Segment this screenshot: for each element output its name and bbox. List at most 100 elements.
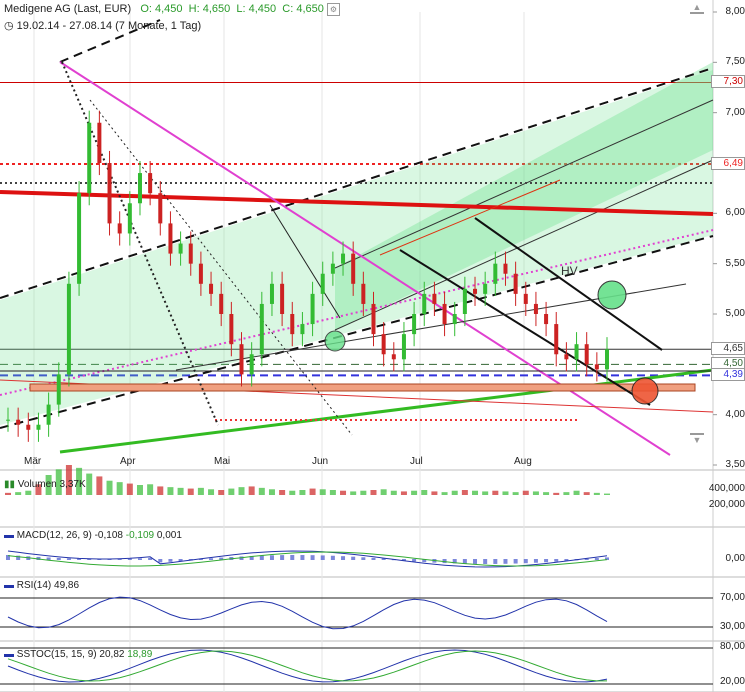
candle-body — [249, 354, 254, 375]
volume-bar — [147, 484, 154, 495]
volume-bar — [5, 492, 11, 495]
volume-y-tick: 200,000 — [708, 499, 745, 510]
candle-body — [26, 424, 31, 430]
candle-body — [594, 364, 599, 370]
volume-bar — [532, 491, 539, 495]
macd-histogram-bar — [158, 559, 163, 563]
volume-bar — [543, 492, 550, 495]
macd-header: ▬ MACD(12, 26, 9) -0,108 -0,109 0,001 — [4, 530, 182, 541]
volume-bar — [208, 489, 215, 495]
candle-body — [229, 314, 234, 345]
volume-bar — [279, 490, 286, 495]
macd-histogram-bar — [259, 555, 264, 560]
indicator-y-tick: 30,00 — [719, 621, 745, 632]
candle-body — [554, 324, 559, 355]
candle-body — [66, 283, 71, 375]
candle-body — [330, 263, 335, 274]
candle-body — [239, 344, 244, 375]
macd-histogram-bar — [371, 557, 376, 560]
minus-icon: ▬ — [4, 530, 14, 541]
sstoc-header: ▬ SSTOC(15, 15, 9) 20,82 18,89 — [4, 649, 153, 660]
candle-body — [198, 263, 203, 284]
level-tag: 4,39 — [711, 368, 745, 382]
candle-body — [351, 253, 356, 284]
y-tick-label: 5,50 — [725, 257, 745, 269]
candle-body — [77, 193, 82, 284]
candle-body — [137, 173, 142, 204]
volume-bar — [86, 473, 93, 495]
candle-body — [300, 324, 305, 335]
candle-body — [117, 223, 122, 234]
candle-body — [493, 263, 498, 284]
y-tick-label: 8,00 — [725, 6, 745, 17]
scroll-up-icon[interactable]: ▲ — [690, 2, 704, 14]
x-tick-label: Jul — [410, 456, 423, 467]
indicator-y-tick: 20,00 — [719, 676, 745, 687]
volume-bar — [126, 483, 133, 495]
close-value: C: 4,650 — [282, 3, 324, 15]
volume-bar — [157, 486, 164, 495]
candle-body — [341, 253, 346, 264]
volume-bar — [583, 492, 590, 495]
volume-bar — [258, 487, 265, 495]
macd-histogram-bar — [503, 559, 508, 564]
macd-histogram-bar — [290, 555, 295, 560]
candle-body — [544, 314, 549, 325]
macd-histogram-bar — [523, 559, 528, 564]
volume-header: ▮▮ Volumen 3,37K — [4, 479, 86, 490]
macd-histogram-bar — [544, 559, 549, 563]
macd-histogram-bar — [554, 559, 559, 562]
volume-bar — [451, 490, 458, 495]
candle-body — [148, 173, 153, 194]
candle-body — [46, 404, 51, 425]
volume-bar — [553, 492, 560, 495]
volume-bar — [431, 491, 438, 495]
volume-bar — [472, 490, 479, 495]
volume-bar — [248, 486, 255, 495]
volume-bar — [187, 488, 194, 495]
marker-circle — [324, 330, 346, 352]
volume-bar — [319, 489, 326, 495]
macd-histogram-bar — [412, 559, 417, 562]
marker-circle — [597, 280, 627, 310]
y-tick-label: 4,00 — [725, 408, 745, 420]
volume-bar — [177, 487, 184, 495]
volume-bar — [299, 490, 306, 495]
volume-bar — [482, 491, 489, 495]
volume-bar — [370, 490, 377, 495]
macd-histogram-bar — [300, 555, 305, 560]
volume-bar — [96, 476, 103, 495]
candle-body — [259, 303, 264, 355]
volume-bar — [238, 487, 245, 495]
volume-bar — [441, 492, 448, 495]
x-tick-label: Apr — [120, 456, 136, 467]
y-tick-label: 7,00 — [725, 106, 745, 118]
instrument-name: Medigene AG (Last, EUR) — [4, 3, 132, 15]
candle-body — [127, 203, 132, 234]
volume-bar — [421, 490, 428, 495]
y-tick-label: 5,00 — [725, 308, 745, 319]
gear-icon[interactable]: ⚙ — [326, 3, 340, 16]
candle-body — [16, 419, 21, 425]
macd-histogram-bar — [483, 559, 488, 564]
scroll-down-icon[interactable]: ▼ — [690, 433, 704, 445]
candle-body — [290, 314, 295, 335]
volume-bar — [329, 490, 336, 495]
candle-body — [87, 122, 92, 194]
volume-y-tick: 400,000 — [708, 483, 745, 494]
hv-annotation: HV — [561, 264, 578, 278]
candle-body — [371, 303, 376, 335]
rsi-header: ▬ RSI(14) 49,86 — [4, 580, 80, 591]
macd-histogram-bar — [351, 556, 356, 560]
low-value: L: 4,450 — [236, 3, 277, 15]
volume-bar — [411, 490, 418, 495]
candle-body — [605, 349, 609, 370]
macd-histogram-bar — [330, 555, 335, 560]
volume-bar — [522, 490, 529, 495]
x-tick-label: Jun — [312, 456, 329, 467]
candle-body — [564, 354, 569, 360]
macd-histogram-bar — [361, 557, 366, 560]
candle-body — [168, 223, 173, 254]
candle-body — [269, 283, 274, 304]
x-tick-label: Mär — [24, 456, 42, 467]
